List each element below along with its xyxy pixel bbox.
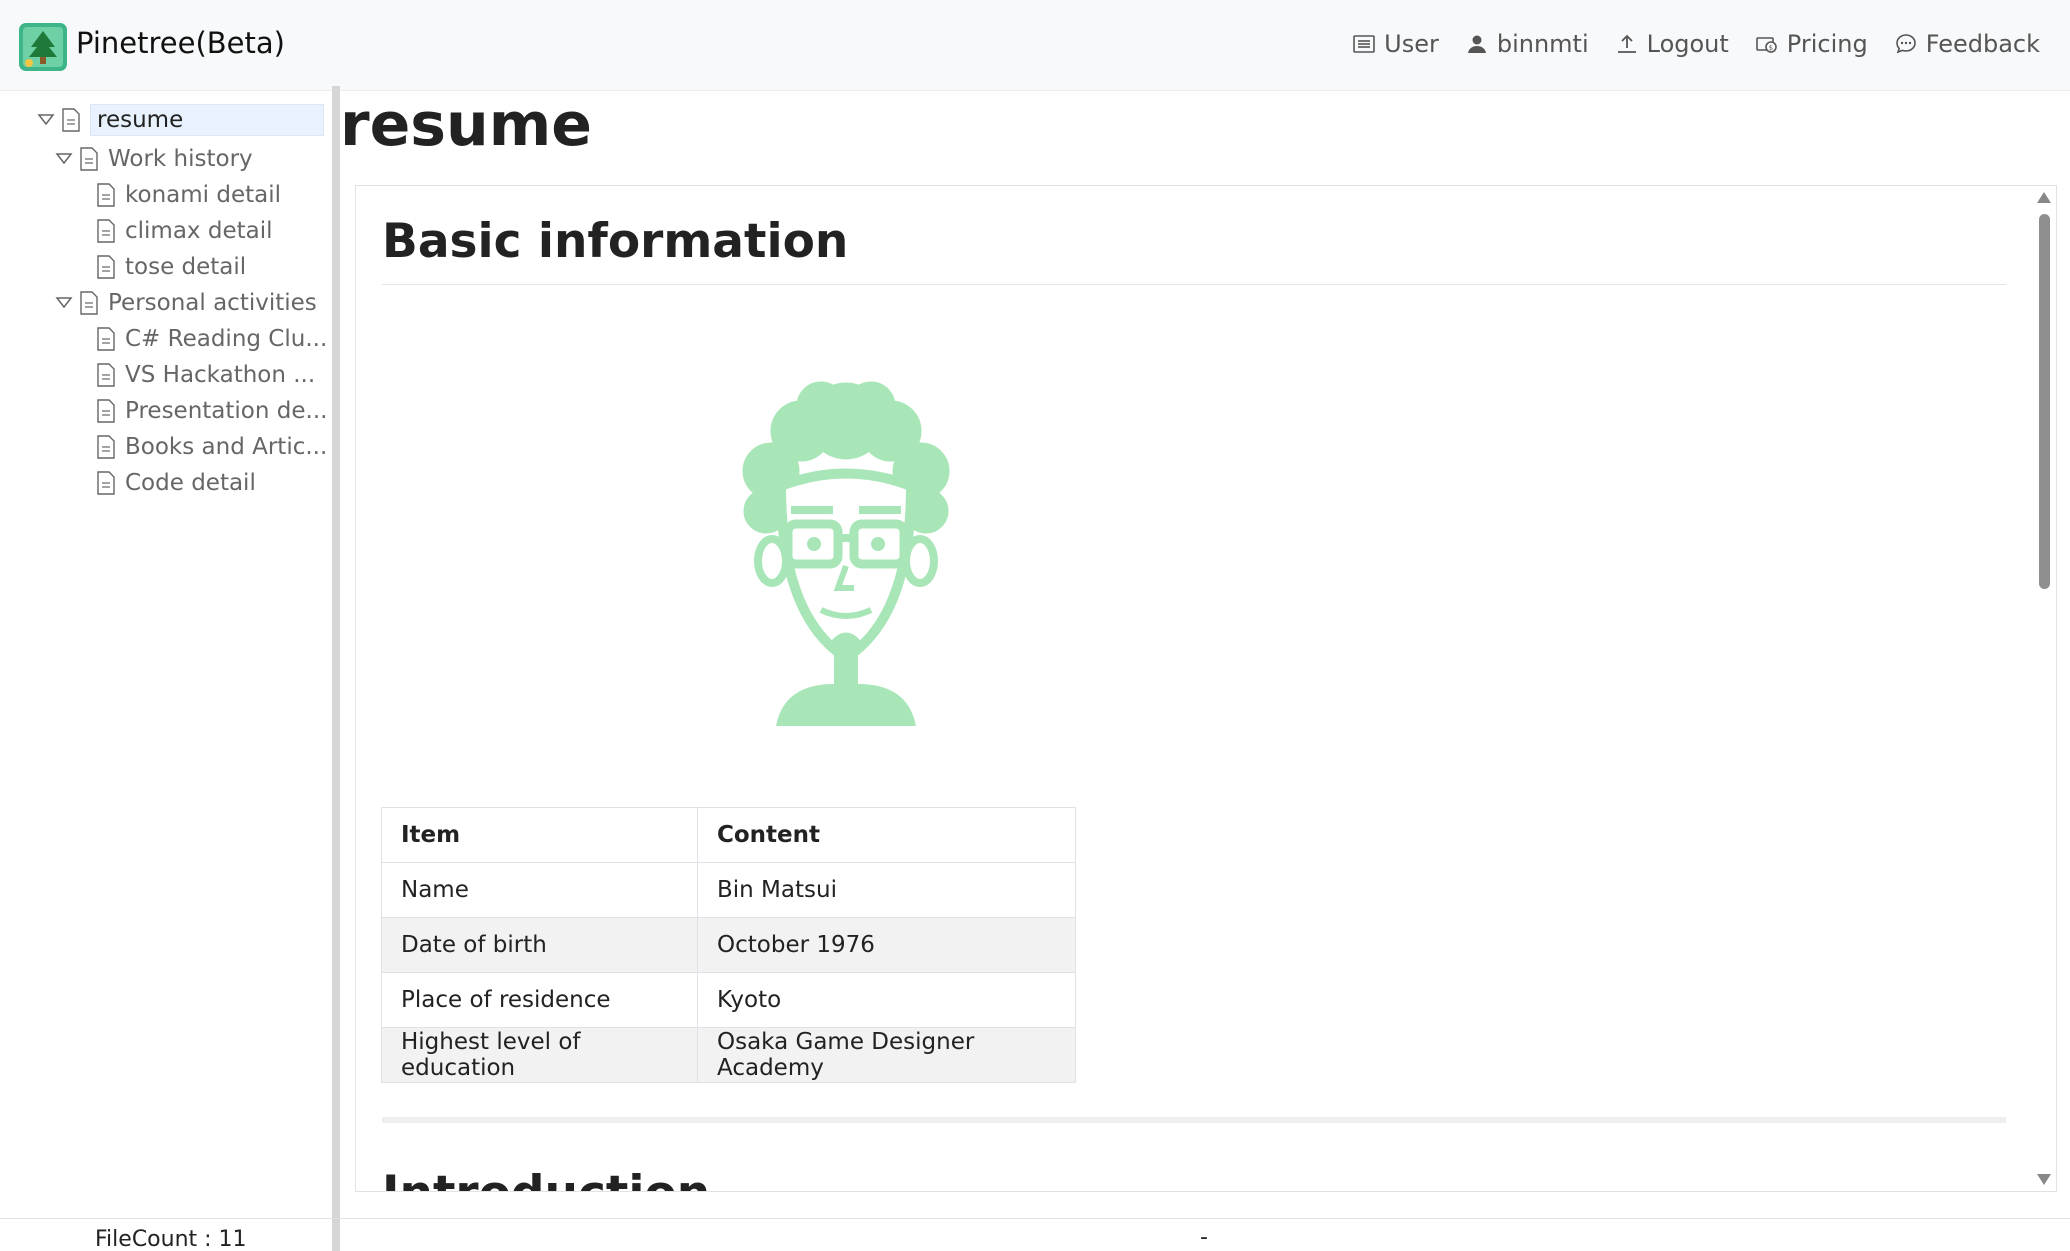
tree-item-label: VS Hackathon ... xyxy=(125,362,316,388)
nav-pricing-link[interactable]: $ Pricing xyxy=(1755,30,1868,58)
app-header: Pinetree(Beta) User binnmti Logout $ Pri… xyxy=(0,0,2070,91)
top-nav: User binnmti Logout $ Pricing Feedback xyxy=(1352,30,2040,58)
tree-item-books[interactable]: Books and Artic... xyxy=(97,430,327,464)
status-bar-divider xyxy=(0,1218,2070,1219)
document-icon xyxy=(97,255,115,279)
tree-item-konami[interactable]: konami detail xyxy=(97,178,281,212)
scroll-up-arrow-icon[interactable] xyxy=(2037,192,2051,203)
document-preview[interactable]: Basic information Item Content Name Bin … xyxy=(355,185,2057,1192)
page-title: resume xyxy=(340,90,592,160)
scroll-down-arrow-icon[interactable] xyxy=(2037,1174,2051,1185)
table-cell: Place of residence xyxy=(381,972,698,1028)
chevron-down-icon[interactable] xyxy=(36,110,56,130)
table-cell: October 1976 xyxy=(697,917,1076,973)
document-icon xyxy=(97,471,115,495)
status-text: - xyxy=(1200,1225,1208,1250)
divider xyxy=(382,284,2006,285)
file-count: FileCount : 11 xyxy=(95,1227,247,1251)
section-heading-introduction: Introduction xyxy=(382,1166,710,1191)
table-header-cell: Content xyxy=(697,807,1076,863)
nav-logout-label: Logout xyxy=(1646,30,1729,58)
nav-user-label: User xyxy=(1384,30,1439,58)
tree-item-label: Code detail xyxy=(125,470,256,496)
tree-item-vs-hackathon[interactable]: VS Hackathon ... xyxy=(97,358,315,392)
document-icon xyxy=(97,327,115,351)
list-icon xyxy=(1353,35,1375,53)
tree-item-climax[interactable]: climax detail xyxy=(97,214,273,248)
table-row: Place of residence Kyoto xyxy=(381,972,1076,1028)
table-header-row: Item Content xyxy=(381,807,1076,863)
chevron-down-icon[interactable] xyxy=(54,293,74,313)
file-tree: resume Work history konami detail climax… xyxy=(0,91,332,1218)
document-icon xyxy=(97,399,115,423)
avatar-illustration xyxy=(742,381,950,726)
nav-pricing-label: Pricing xyxy=(1786,30,1868,58)
chevron-down-icon[interactable] xyxy=(54,149,74,169)
tree-item-label: konami detail xyxy=(125,182,281,208)
tree-item-label: Presentation de... xyxy=(125,398,328,424)
document-icon xyxy=(62,108,80,132)
tree-item-label: tose detail xyxy=(125,254,247,280)
basic-info-table: Item Content Name Bin Matsui Date of bir… xyxy=(381,807,1076,1083)
table-row: Name Bin Matsui xyxy=(381,862,1076,918)
divider xyxy=(382,1117,2006,1123)
nav-account-link[interactable]: binnmti xyxy=(1465,30,1589,58)
scroll-thumb[interactable] xyxy=(2039,214,2050,589)
table-row: Highest level of education Osaka Game De… xyxy=(381,1027,1076,1083)
sidebar-splitter[interactable] xyxy=(332,86,340,1251)
table-header-cell: Item xyxy=(381,807,698,863)
vertical-scrollbar[interactable] xyxy=(2034,186,2056,1191)
table-cell: Highest level of education xyxy=(381,1027,698,1083)
tree-item-personal-activities[interactable]: Personal activities xyxy=(54,286,317,320)
tree-item-label: resume xyxy=(90,104,324,136)
tree-item-label: Books and Artic... xyxy=(125,434,328,460)
tree-item-label: Work history xyxy=(108,146,253,172)
document-icon xyxy=(97,435,115,459)
section-heading-basic-information: Basic information xyxy=(382,214,849,269)
document-icon xyxy=(97,219,115,243)
tree-item-label: Personal activities xyxy=(108,290,317,316)
document-icon xyxy=(97,183,115,207)
pinetree-logo-icon[interactable] xyxy=(19,23,67,71)
upload-icon xyxy=(1617,34,1636,53)
app-title[interactable]: Pinetree(Beta) xyxy=(76,26,285,60)
table-cell: Name xyxy=(381,862,698,918)
table-cell: Bin Matsui xyxy=(697,862,1076,918)
document-icon xyxy=(97,363,115,387)
table-cell: Osaka Game Designer Academy xyxy=(697,1027,1076,1083)
cash-icon: $ xyxy=(1755,37,1777,53)
tree-item-label: climax detail xyxy=(125,218,273,244)
tree-item-label: C# Reading Clu... xyxy=(125,326,328,352)
tree-item-resume[interactable]: resume xyxy=(36,103,324,137)
tree-item-presentation[interactable]: Presentation de... xyxy=(97,394,327,428)
nav-feedback-label: Feedback xyxy=(1925,30,2040,58)
table-row: Date of birth October 1976 xyxy=(381,917,1076,973)
tree-item-code[interactable]: Code detail xyxy=(97,466,256,500)
nav-feedback-link[interactable]: Feedback xyxy=(1894,30,2040,58)
table-cell: Date of birth xyxy=(381,917,698,973)
document-icon xyxy=(80,291,98,315)
tree-item-tose[interactable]: tose detail xyxy=(97,250,246,284)
svg-text:$: $ xyxy=(1768,44,1772,52)
nav-logout-link[interactable]: Logout xyxy=(1615,30,1729,58)
tree-item-work-history[interactable]: Work history xyxy=(54,142,253,176)
nav-user-link[interactable]: User xyxy=(1352,30,1439,58)
document-icon xyxy=(80,147,98,171)
chat-icon xyxy=(1895,34,1916,54)
nav-account-label: binnmti xyxy=(1496,30,1589,58)
tree-item-csharp-reading[interactable]: C# Reading Clu... xyxy=(97,322,327,356)
table-cell: Kyoto xyxy=(697,972,1076,1028)
person-icon xyxy=(1467,35,1486,53)
